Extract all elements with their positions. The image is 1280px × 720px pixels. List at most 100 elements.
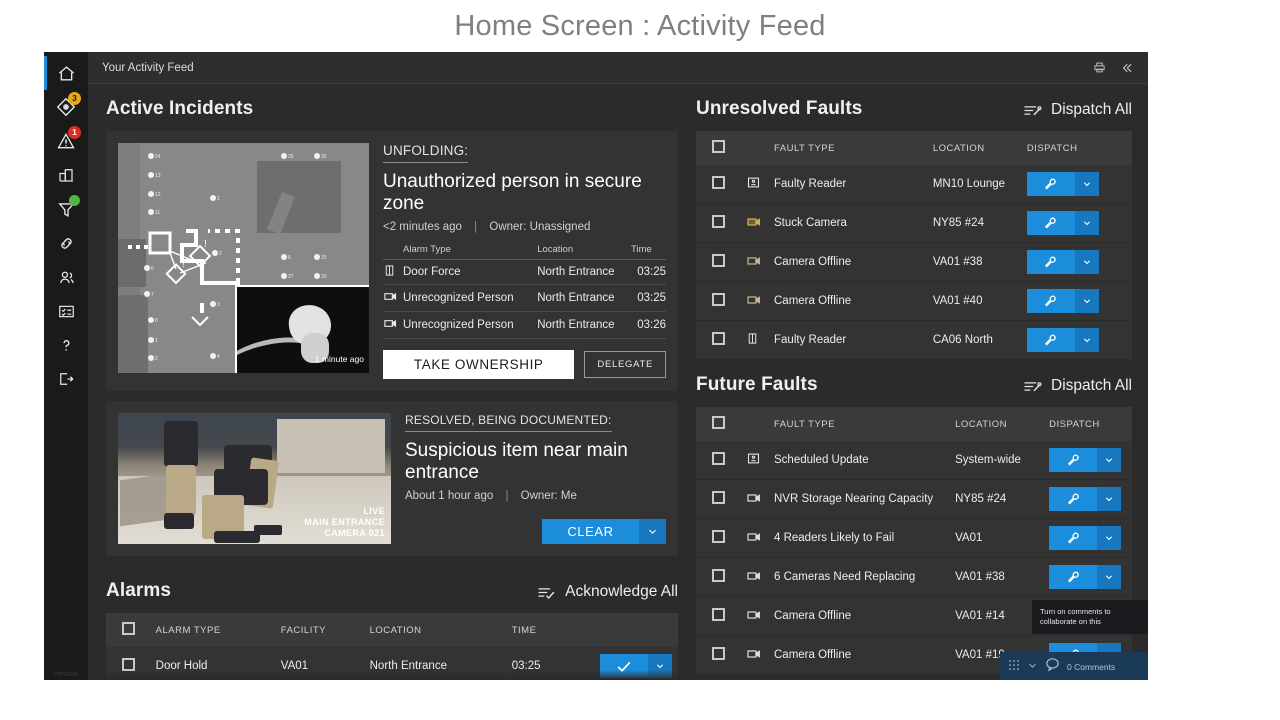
- table-row[interactable]: Faulty Reader CA06 North: [696, 320, 1132, 360]
- delegate-button[interactable]: DELEGATE: [584, 351, 666, 378]
- table-row[interactable]: 6 Cameras Need Replacing VA01 #38: [696, 557, 1132, 597]
- row-checkbox[interactable]: [696, 242, 740, 282]
- row-checkbox[interactable]: [696, 320, 740, 360]
- incident-card-resolved[interactable]: LIVE MAIN ENTRANCE CAMERA 021 RESOLVED, …: [106, 401, 678, 556]
- sidebar-item-home[interactable]: [44, 56, 88, 90]
- chevron-down-icon[interactable]: [648, 654, 672, 678]
- wrench-icon[interactable]: [1049, 565, 1098, 589]
- chevron-down-icon[interactable]: [1097, 448, 1122, 472]
- dispatch-button-group[interactable]: [1049, 487, 1122, 511]
- row-checkbox[interactable]: [696, 518, 740, 558]
- check-icon[interactable]: [600, 654, 648, 678]
- chevron-down-icon[interactable]: [1074, 172, 1099, 196]
- wrench-icon[interactable]: [1026, 250, 1075, 274]
- home-icon: [57, 64, 76, 83]
- floorplan-map[interactable]: 24 13 12 11 6 7 8 1 2 1 2 3 4 26 32 6 25…: [118, 143, 369, 373]
- row-checkbox[interactable]: [696, 596, 740, 636]
- sidebar-item-alarms[interactable]: 1: [44, 124, 88, 158]
- sidebar-item-logout[interactable]: [44, 362, 88, 396]
- clear-button-group[interactable]: CLEAR: [542, 519, 666, 544]
- table-row[interactable]: Stuck Camera NY85 #24: [696, 203, 1132, 243]
- table-row[interactable]: Unrecognized Person North Entrance 03:25: [383, 284, 666, 312]
- dispatch-button-group[interactable]: [1026, 211, 1099, 235]
- select-all-future-checkbox[interactable]: [696, 407, 740, 441]
- dispatch-all-unresolved-button[interactable]: Dispatch All: [1023, 101, 1132, 120]
- chevron-down-icon[interactable]: [1074, 328, 1099, 352]
- sidebar-item-filters[interactable]: [44, 192, 88, 226]
- grid-icon[interactable]: [1007, 658, 1021, 677]
- incident-card-unfolding[interactable]: 24 13 12 11 6 7 8 1 2 1 2 3 4 26 32 6 25…: [106, 131, 678, 391]
- table-row[interactable]: Camera Offline VA01 #40: [696, 281, 1132, 321]
- row-checkbox[interactable]: [696, 165, 740, 204]
- live-video-thumbnail[interactable]: LIVE MAIN ENTRANCE CAMERA 021: [118, 413, 391, 544]
- row-checkbox[interactable]: [106, 647, 150, 680]
- dispatch-button-group[interactable]: [1049, 565, 1122, 589]
- sidebar-item-incidents[interactable]: 3: [44, 90, 88, 124]
- chevron-down-icon[interactable]: [1074, 289, 1099, 313]
- chevron-down-icon[interactable]: [1074, 211, 1099, 235]
- table-row[interactable]: Scheduled Update System-wide: [696, 441, 1132, 480]
- camera-inset-preview[interactable]: 1 minute ago: [235, 285, 369, 373]
- acknowledge-all-button[interactable]: Acknowledge All: [537, 583, 678, 602]
- wrench-icon[interactable]: [1026, 172, 1075, 196]
- dispatch-button-group[interactable]: [1026, 328, 1099, 352]
- table-row[interactable]: Faulty Reader MN10 Lounge: [696, 165, 1132, 204]
- dispatch-button-group[interactable]: [1026, 172, 1099, 196]
- topbar-title: Your Activity Feed: [102, 61, 194, 74]
- wrench-icon[interactable]: [1026, 328, 1075, 352]
- sidebar-item-facilities[interactable]: [44, 158, 88, 192]
- chevron-down-icon[interactable]: [639, 519, 666, 544]
- table-row[interactable]: Camera Offline VA01 #38: [696, 242, 1132, 282]
- table-row[interactable]: Door Hold VA01 North Entrance 03:25: [106, 647, 678, 680]
- table-header-row: FAULT TYPE LOCATION DISPATCH: [696, 407, 1132, 441]
- dispatch-button-group[interactable]: [1026, 250, 1099, 274]
- cell-facility: VA01: [274, 647, 364, 680]
- th-time: Time: [631, 244, 666, 260]
- row-checkbox[interactable]: [696, 203, 740, 243]
- th-dispatch: DISPATCH: [1043, 407, 1132, 441]
- chevron-down-icon[interactable]: [1097, 565, 1122, 589]
- dispatch-button-group[interactable]: [1026, 289, 1099, 313]
- table-row[interactable]: Unrecognized Person North Entrance 03:26: [383, 311, 666, 339]
- incident-time-ago: About 1 hour ago: [405, 490, 494, 502]
- sidebar-item-people[interactable]: [44, 260, 88, 294]
- clear-button[interactable]: CLEAR: [542, 519, 639, 544]
- cell-location: North Entrance: [363, 647, 506, 680]
- comment-bubble-icon[interactable]: [1044, 656, 1061, 678]
- chevron-down-icon[interactable]: [1074, 250, 1099, 274]
- row-checkbox[interactable]: [696, 479, 740, 519]
- chevron-down-icon[interactable]: [1097, 526, 1122, 550]
- sidebar-item-reports[interactable]: [44, 294, 88, 328]
- wrench-icon[interactable]: [1049, 448, 1098, 472]
- alarms-table: ALARM TYPE FACILITY LOCATION TIME Door H…: [106, 613, 678, 680]
- row-checkbox[interactable]: [696, 441, 740, 480]
- table-row[interactable]: 4 Readers Likely to Fail VA01: [696, 518, 1132, 558]
- comments-bar[interactable]: 0 Comments: [1000, 652, 1148, 680]
- select-all-unresolved-checkbox[interactable]: [696, 131, 740, 165]
- table-row[interactable]: NVR Storage Nearing Capacity NY85 #24: [696, 479, 1132, 519]
- row-checkbox[interactable]: [696, 635, 740, 675]
- cell-location: NY85 #24: [949, 479, 1044, 519]
- wrench-icon[interactable]: [1026, 289, 1075, 313]
- dispatch-button-group[interactable]: [1049, 526, 1122, 550]
- wrench-icon[interactable]: [1049, 526, 1098, 550]
- printer-icon[interactable]: [1093, 61, 1106, 74]
- chevron-down-icon[interactable]: [1027, 658, 1038, 676]
- row-checkbox[interactable]: [696, 557, 740, 597]
- row-checkbox[interactable]: [696, 281, 740, 321]
- acknowledge-button-group[interactable]: [600, 654, 672, 678]
- chevron-down-icon[interactable]: [1097, 487, 1122, 511]
- take-ownership-button[interactable]: TAKE OWNERSHIP: [383, 350, 575, 379]
- incident-owner: Owner: Unassigned: [489, 221, 591, 233]
- wrench-icon[interactable]: [1049, 487, 1098, 511]
- dispatch-button-group[interactable]: [1049, 448, 1122, 472]
- dispatch-all-future-button[interactable]: Dispatch All: [1023, 377, 1132, 396]
- wrench-icon[interactable]: [1026, 211, 1075, 235]
- select-all-alarms-checkbox[interactable]: [106, 613, 150, 647]
- cell-location: North Entrance: [537, 259, 632, 285]
- sidebar-item-help[interactable]: [44, 328, 88, 362]
- double-chevron-left-icon[interactable]: [1120, 61, 1134, 75]
- table-row[interactable]: Door Force North Entrance 03:25: [383, 259, 666, 285]
- sidebar-item-links[interactable]: [44, 226, 88, 260]
- video-overlay-line2: MAIN ENTRANCE: [304, 517, 385, 527]
